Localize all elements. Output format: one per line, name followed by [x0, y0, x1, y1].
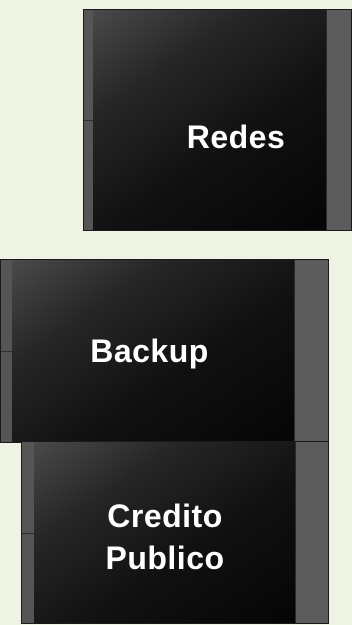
- tile-face[interactable]: Backup: [12, 260, 295, 442]
- tile-redes-label-line-1: Redes: [186, 119, 286, 155]
- tile-credito-publico-label-line-2: Publico: [105, 539, 225, 576]
- tile-backup-button[interactable]: Backup: [0, 259, 329, 443]
- tile-face[interactable]: Credito Publico: [34, 442, 296, 623]
- tile-face[interactable]: Redes: [93, 10, 327, 230]
- tile-backup-label: Backup: [90, 330, 209, 372]
- tile-redes-label: Redes: [187, 116, 286, 158]
- tile-right-edge: [294, 260, 328, 442]
- tile-menu: Redes Backup Credito Publico: [0, 0, 352, 625]
- tile-right-edge: [326, 10, 351, 230]
- tile-credito-publico-label: Credito Publico: [105, 495, 224, 579]
- tile-backup-label-line-1: Backup: [90, 333, 209, 369]
- tile-credito-publico-label-line-1: Credito: [107, 497, 223, 534]
- tile-right-edge: [295, 442, 328, 623]
- tile-credito-publico-button[interactable]: Credito Publico: [21, 441, 329, 624]
- tile-redes-button[interactable]: Redes: [83, 9, 352, 231]
